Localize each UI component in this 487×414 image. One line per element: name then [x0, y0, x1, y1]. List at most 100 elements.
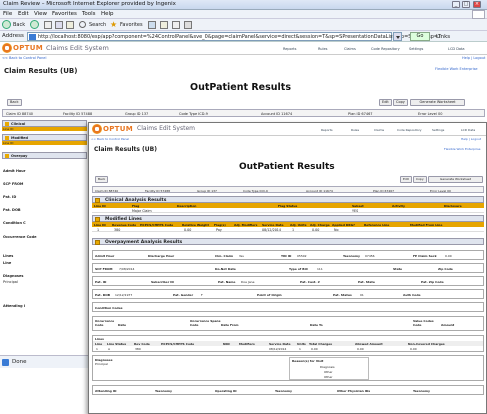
clinical-flag-value: Major Claim [132, 208, 152, 213]
forward-arrow-icon[interactable] [30, 20, 39, 29]
front-edit-button[interactable]: Edit [400, 176, 412, 183]
history-icon[interactable] [148, 21, 156, 29]
search-icon[interactable] [79, 21, 86, 28]
admit-row: Admit Hour Discharge Hour Clm. Claim Yes… [92, 250, 484, 260]
back-arrow-icon[interactable] [2, 20, 11, 29]
front-control-panel-link[interactable]: << Back to Control Panel [91, 137, 129, 141]
back-overpay-section[interactable]: Overpay [2, 152, 87, 159]
pat-status-value: 01 [360, 293, 364, 297]
overpay-toggle-icon[interactable] [95, 240, 100, 245]
back-principal: Principal [3, 280, 18, 284]
back-attending: Attending I [3, 304, 26, 308]
back-app-header: OPTUM Claims Edit System Reports Rules C… [0, 42, 487, 55]
overpayment-section[interactable]: Overpayment Analysis Results [92, 238, 484, 245]
pat-gender-value: F [201, 293, 203, 297]
back-nav-rules[interactable]: Rules [318, 47, 327, 51]
search-label[interactable]: Search [89, 22, 106, 28]
clinical-analysis-section[interactable]: Clinical Analysis Results [92, 196, 484, 203]
lines-col-allowed: Allowed Amount [355, 341, 383, 346]
front-generate-worksheet-button[interactable]: Generate Worksheet [428, 176, 483, 183]
menu-tools[interactable]: Tools [82, 11, 96, 17]
maximize-button[interactable]: □ [462, 1, 470, 8]
back-nav-code-repository[interactable]: Code Repository [371, 47, 400, 51]
back-flexible-link[interactable]: Flexible Work Enterprise [435, 67, 478, 71]
back-nav-settings[interactable]: Settings [409, 47, 423, 51]
back-nav-reports[interactable]: Reports [283, 47, 296, 51]
front-copy-button[interactable]: Copy [413, 176, 427, 183]
back-label[interactable]: Back [13, 22, 25, 28]
front-nav-rules[interactable]: Rules [351, 128, 359, 132]
other-physician-label: Other Physician IDs [337, 389, 371, 393]
back-modified-section[interactable]: Modified [2, 134, 87, 141]
modified-date: 08/12/2014 [262, 227, 282, 232]
back-edit-button[interactable]: Edit [379, 99, 392, 106]
front-flexible-link[interactable]: Flexible Work Enterprise [444, 147, 480, 151]
modified-col-charge: Adj. Charge [310, 222, 330, 227]
modified-col-reference: Reference Line [364, 222, 390, 227]
scp-from-label: SCP FROM [95, 267, 113, 271]
back-control-panel-link[interactable]: << Back to Control Panel [2, 56, 46, 60]
modified-lines-section[interactable]: Modified Lines [92, 215, 484, 222]
front-nav-claims[interactable]: Claims [374, 128, 384, 132]
back-generate-worksheet-button[interactable]: Generate Worksheet [410, 99, 465, 106]
menu-file[interactable]: File [3, 11, 12, 17]
mail-icon[interactable] [160, 21, 168, 29]
address-input[interactable]: http://localhost:8080/esp/app?component=… [27, 32, 441, 41]
home-icon[interactable] [66, 21, 74, 29]
tin-id-label: TIN ID [281, 254, 292, 258]
status-text: Done [12, 359, 27, 365]
back-nav-lcd-data[interactable]: LCD Data [448, 47, 465, 51]
back-nav-claims[interactable]: Claims [344, 47, 356, 51]
menu-help[interactable]: Help [101, 11, 114, 17]
reason-other-1: Other [324, 370, 333, 374]
spans-code-label: Code [190, 323, 199, 327]
pat-status-label: Pat. Status [333, 293, 352, 297]
modified-charge: 0.00 [312, 227, 320, 232]
modified-col-service-date: Service Date [262, 222, 284, 227]
back-clinical-section[interactable]: Clinical [2, 120, 87, 127]
front-nav-settings[interactable]: Settings [432, 128, 444, 132]
favorites-star-icon[interactable]: ★ [110, 21, 118, 29]
type-of-bill-value: 111 [317, 267, 323, 271]
modified-flag: Pay [216, 227, 222, 232]
stop-icon[interactable] [44, 21, 52, 29]
discharge-hour-label: Discharge Hour [148, 254, 175, 258]
back-copy-button[interactable]: Copy [393, 99, 408, 106]
refresh-icon[interactable] [55, 21, 63, 29]
attending-row: Attending ID Taxonomy Operating ID Taxon… [92, 385, 484, 395]
front-nav-code-repository[interactable]: Code Repository [397, 128, 422, 132]
modified-col-flags: Flag(s) [214, 222, 226, 227]
fe-claim-label: FE Claim Seck [413, 254, 437, 258]
back-help-link[interactable]: Help | Logout [462, 56, 485, 60]
favorites-label[interactable]: Favorites [120, 22, 143, 28]
taxonomy-value: 07456 [365, 254, 375, 258]
go-button[interactable]: Go [410, 32, 430, 41]
menu-view[interactable]: View [34, 11, 47, 17]
front-help-link[interactable]: Help | Logout [461, 137, 481, 141]
menu-edit[interactable]: Edit [18, 11, 29, 17]
dob-row: Pat. DOB 12/12/1977 Pat. Gender F Point … [92, 289, 484, 299]
lines-noncovered-value: 0.00 [410, 346, 417, 351]
close-button[interactable]: × [473, 1, 481, 8]
print-icon[interactable] [172, 21, 180, 29]
back-line-id-label-2: Line ID [3, 141, 14, 145]
back-toggle-icon[interactable] [5, 122, 9, 126]
front-info-facility-id: Facility ID 57488 [145, 188, 171, 193]
back-back-button[interactable]: Back [7, 99, 22, 106]
back-modified-label: Modified [11, 136, 29, 140]
modified-col-drg: Applied DRG? [332, 222, 355, 227]
front-back-button[interactable]: Back [95, 176, 109, 183]
minimize-button[interactable]: _ [452, 1, 460, 8]
back-toggle-icon-3[interactable] [5, 154, 9, 158]
front-window: OPTUM Claims Edit System Reports Rules C… [88, 122, 487, 414]
attending-taxonomy-label: Taxonomy [155, 389, 172, 393]
links-label[interactable]: Links [436, 34, 450, 40]
back-toggle-icon-2[interactable] [5, 136, 9, 140]
back-info-account-id: Account ID 11674 [261, 111, 293, 116]
menu-favorites[interactable]: Favorites [52, 11, 77, 17]
page-done-icon [2, 359, 9, 366]
address-dropdown[interactable] [393, 32, 402, 41]
front-nav-lcd-data[interactable]: LCD Data [461, 128, 475, 132]
front-nav-reports[interactable]: Reports [321, 128, 333, 132]
edit-icon[interactable] [184, 21, 192, 29]
